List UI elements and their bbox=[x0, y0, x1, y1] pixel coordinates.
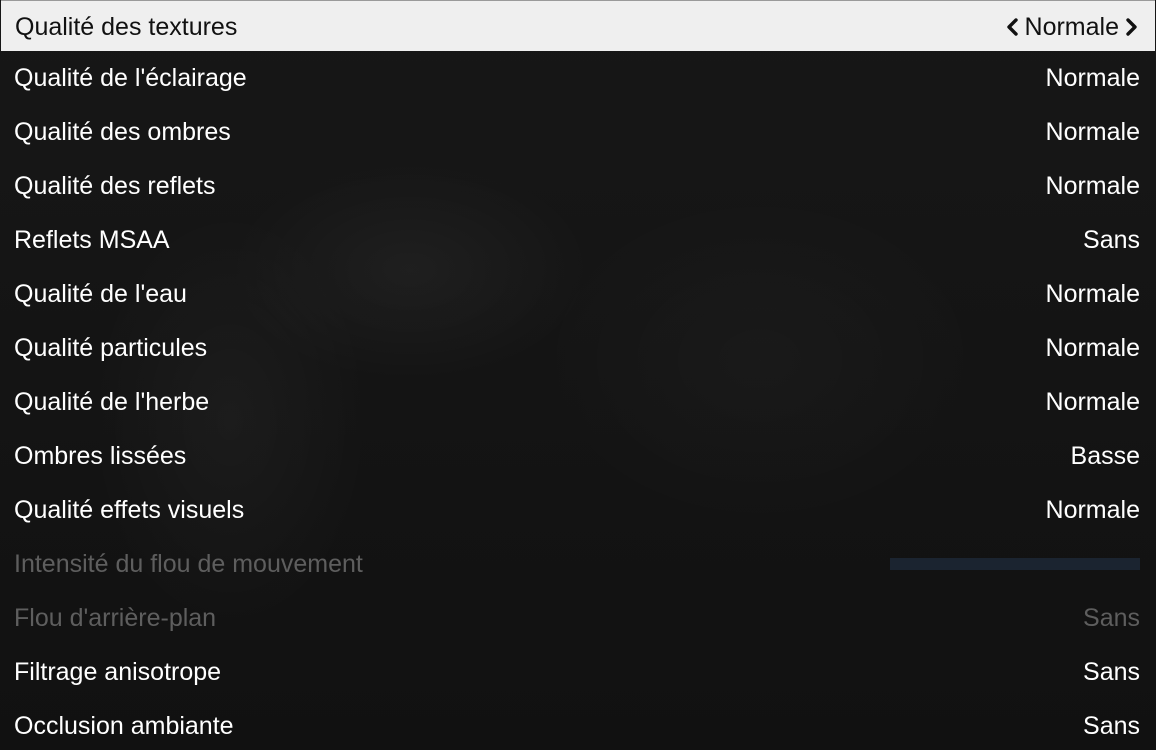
setting-label: Filtrage anisotrope bbox=[14, 657, 222, 686]
setting-row-soft-shadows[interactable]: Ombres lissées Basse bbox=[0, 429, 1156, 483]
setting-value: Sans bbox=[1083, 603, 1140, 632]
setting-label: Qualité des textures bbox=[15, 12, 238, 41]
setting-row-reflection-quality[interactable]: Qualité des reflets Normale bbox=[0, 159, 1156, 213]
setting-row-post-fx[interactable]: Qualité effets visuels Normale bbox=[0, 483, 1156, 537]
setting-label: Occlusion ambiante bbox=[14, 711, 234, 740]
setting-value: Normale bbox=[1045, 117, 1140, 146]
setting-label: Intensité du flou de mouvement bbox=[14, 549, 363, 578]
setting-label: Qualité des reflets bbox=[14, 171, 216, 200]
chevron-right-icon[interactable] bbox=[1125, 16, 1139, 38]
setting-row-depth-of-field: Flou d'arrière-plan Sans bbox=[0, 591, 1156, 645]
setting-row-shadow-quality[interactable]: Qualité des ombres Normale bbox=[0, 105, 1156, 159]
setting-label: Qualité des ombres bbox=[14, 117, 231, 146]
setting-row-water-quality[interactable]: Qualité de l'eau Normale bbox=[0, 267, 1156, 321]
setting-value: Normale bbox=[1045, 279, 1140, 308]
setting-value: Normale bbox=[1024, 12, 1119, 41]
setting-value: Normale bbox=[1045, 333, 1140, 362]
setting-label: Qualité de l'eau bbox=[14, 279, 187, 308]
setting-row-ambient-occlusion[interactable]: Occlusion ambiante Sans bbox=[0, 699, 1156, 750]
setting-value: Sans bbox=[1083, 225, 1140, 254]
setting-label: Qualité de l'éclairage bbox=[14, 63, 247, 92]
setting-label: Flou d'arrière-plan bbox=[14, 603, 217, 632]
setting-row-reflection-msaa[interactable]: Reflets MSAA Sans bbox=[0, 213, 1156, 267]
setting-row-anisotropic-filtering[interactable]: Filtrage anisotrope Sans bbox=[0, 645, 1156, 699]
setting-value: Sans bbox=[1083, 657, 1140, 686]
setting-value-selector: Normale bbox=[1005, 12, 1139, 41]
setting-label: Qualité effets visuels bbox=[14, 495, 245, 524]
setting-row-grass-quality[interactable]: Qualité de l'herbe Normale bbox=[0, 375, 1156, 429]
setting-value: Normale bbox=[1045, 495, 1140, 524]
setting-row-particles-quality[interactable]: Qualité particules Normale bbox=[0, 321, 1156, 375]
setting-value: Normale bbox=[1045, 387, 1140, 416]
setting-label: Qualité de l'herbe bbox=[14, 387, 210, 416]
setting-value: Basse bbox=[1070, 441, 1140, 470]
setting-label: Reflets MSAA bbox=[14, 225, 170, 254]
setting-value: Normale bbox=[1045, 171, 1140, 200]
setting-label: Ombres lissées bbox=[14, 441, 187, 470]
motion-blur-slider bbox=[890, 558, 1140, 570]
setting-label: Qualité particules bbox=[14, 333, 208, 362]
setting-row-lighting-quality[interactable]: Qualité de l'éclairage Normale bbox=[0, 51, 1156, 105]
chevron-left-icon[interactable] bbox=[1005, 16, 1019, 38]
graphics-settings-list: Qualité des textures Normale Qualité de … bbox=[0, 0, 1156, 750]
setting-row-motion-blur: Intensité du flou de mouvement bbox=[0, 537, 1156, 591]
setting-value: Normale bbox=[1045, 63, 1140, 92]
setting-value: Sans bbox=[1083, 711, 1140, 740]
setting-row-texture-quality[interactable]: Qualité des textures Normale bbox=[1, 0, 1155, 51]
